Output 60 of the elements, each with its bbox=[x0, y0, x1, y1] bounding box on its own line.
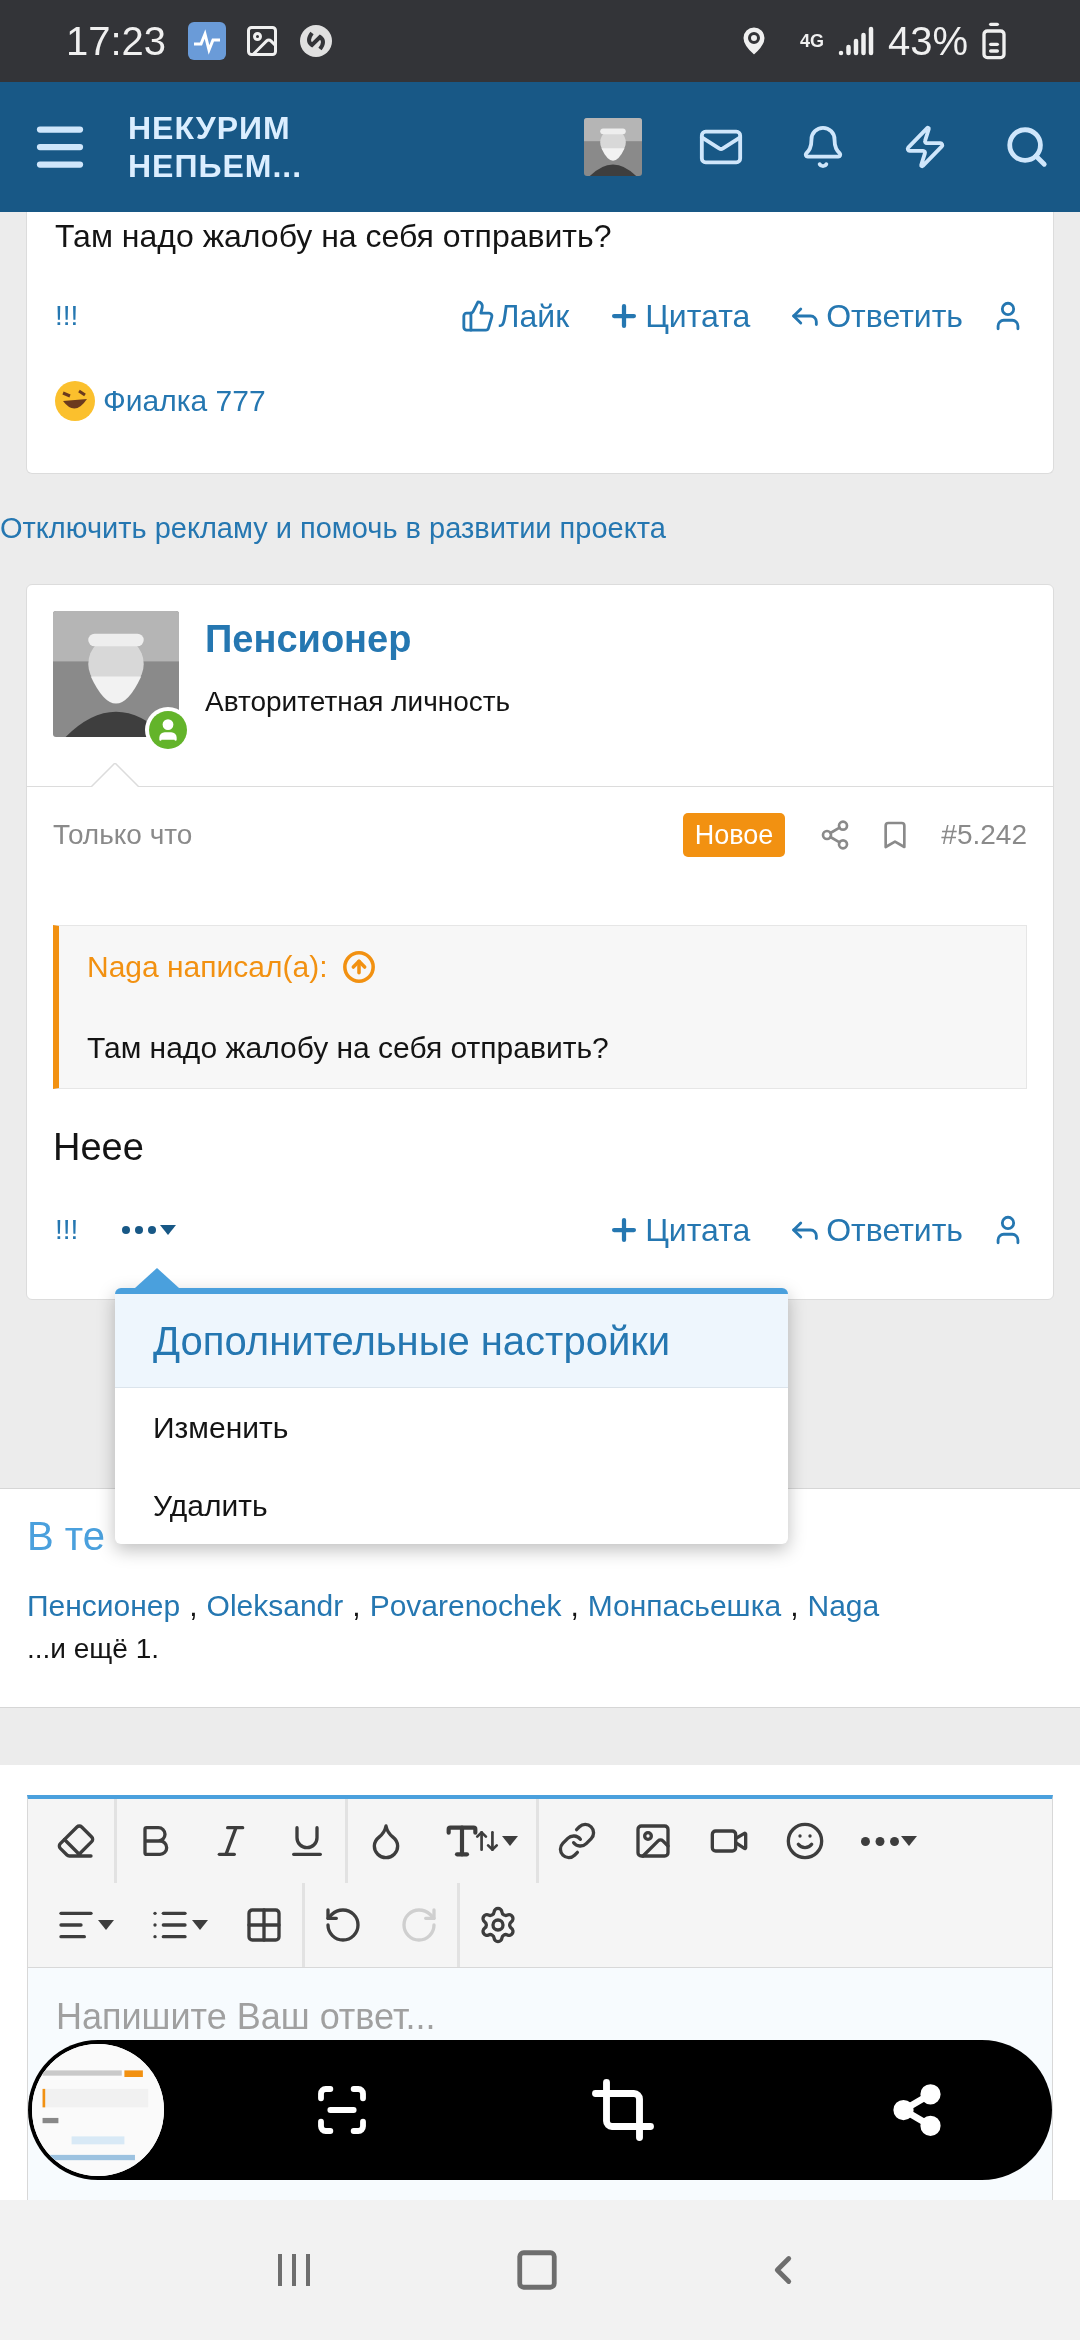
ellipsis-icon bbox=[861, 1836, 899, 1846]
user-link[interactable]: Povarenochek bbox=[369, 1583, 562, 1628]
menu-item[interactable]: Изменить bbox=[115, 1388, 788, 1466]
menu-item[interactable]: Удалить bbox=[115, 1466, 788, 1544]
undo-icon bbox=[323, 1905, 363, 1945]
app-notification-icon bbox=[188, 22, 227, 60]
table-icon bbox=[244, 1905, 284, 1945]
flag-link[interactable]: !!! bbox=[55, 1209, 79, 1251]
disable-ads-link[interactable]: Отключить рекламу и помочь в развитии проекта bbox=[0, 507, 666, 551]
caret-icon bbox=[901, 1836, 917, 1846]
separator: , bbox=[790, 1588, 799, 1624]
post-time[interactable]: Только что bbox=[53, 814, 193, 856]
more-options-button[interactable] bbox=[122, 1225, 177, 1235]
flag-link[interactable]: !!! bbox=[55, 295, 79, 337]
post-text: Неее bbox=[52, 1125, 145, 1170]
laughing-emoji-icon bbox=[53, 378, 97, 423]
reaction-user-link[interactable]: Фиалка 777 bbox=[103, 378, 266, 423]
ellipsis-icon bbox=[122, 1226, 157, 1234]
smile-icon bbox=[785, 1821, 825, 1861]
settings-icon bbox=[478, 1905, 518, 1945]
separator: , bbox=[570, 1588, 579, 1624]
post-number-link[interactable]: #5.242 bbox=[941, 814, 1027, 856]
user-link[interactable]: Oleksandr bbox=[206, 1583, 344, 1628]
quote-button[interactable]: Цитата bbox=[607, 292, 751, 340]
more-users-text: ...и ещё 1. bbox=[27, 1632, 161, 1666]
quote-button[interactable]: Цитата bbox=[607, 1206, 751, 1254]
network-type: 4G bbox=[799, 32, 824, 50]
caret-icon bbox=[502, 1836, 518, 1846]
caret-icon bbox=[192, 1920, 208, 1930]
section-title: В те bbox=[27, 1513, 106, 1560]
caret-icon bbox=[98, 1920, 114, 1930]
search-icon[interactable] bbox=[1004, 124, 1050, 170]
separator: , bbox=[189, 1588, 198, 1624]
battery-percent: 43% bbox=[887, 18, 968, 65]
eraser-icon bbox=[56, 1821, 96, 1861]
post-text: Там надо жалобу на себя отправить? bbox=[54, 217, 613, 256]
home-icon[interactable] bbox=[514, 2247, 560, 2293]
logo-text: НЕПЬЕМ... bbox=[128, 147, 303, 185]
reply-button[interactable]: Ответить bbox=[788, 292, 963, 340]
link-icon bbox=[557, 1821, 597, 1861]
site-logo[interactable]: НЕКУРИМ НЕПЬЕМ... bbox=[128, 109, 303, 185]
author-name[interactable]: Пенсионер bbox=[205, 613, 511, 665]
logo-text: НЕКУРИМ bbox=[128, 109, 292, 147]
crop-edit-icon[interactable] bbox=[590, 2077, 656, 2143]
user-link[interactable]: Пенсионер bbox=[27, 1583, 181, 1628]
user-link[interactable]: Naga bbox=[807, 1583, 880, 1628]
clock: 17:23 bbox=[66, 18, 167, 65]
redo-icon bbox=[399, 1905, 439, 1945]
like-button[interactable]: Лайк bbox=[460, 292, 570, 340]
quote-text: Там надо жалобу на себя отправить? bbox=[87, 1030, 610, 1066]
separator: , bbox=[352, 1588, 361, 1624]
user-title: Авторитетная личность bbox=[205, 685, 511, 719]
caret-icon bbox=[160, 1225, 177, 1235]
user-link[interactable]: Монпасьешка bbox=[587, 1583, 782, 1628]
reply-button[interactable]: Ответить bbox=[788, 1206, 963, 1254]
thumbs-up-icon bbox=[460, 299, 495, 333]
menu-title: Дополнительные настройки bbox=[115, 1294, 788, 1388]
image-icon bbox=[633, 1821, 673, 1861]
new-badge: Новое bbox=[682, 812, 786, 858]
share-icon[interactable] bbox=[890, 2083, 944, 2137]
